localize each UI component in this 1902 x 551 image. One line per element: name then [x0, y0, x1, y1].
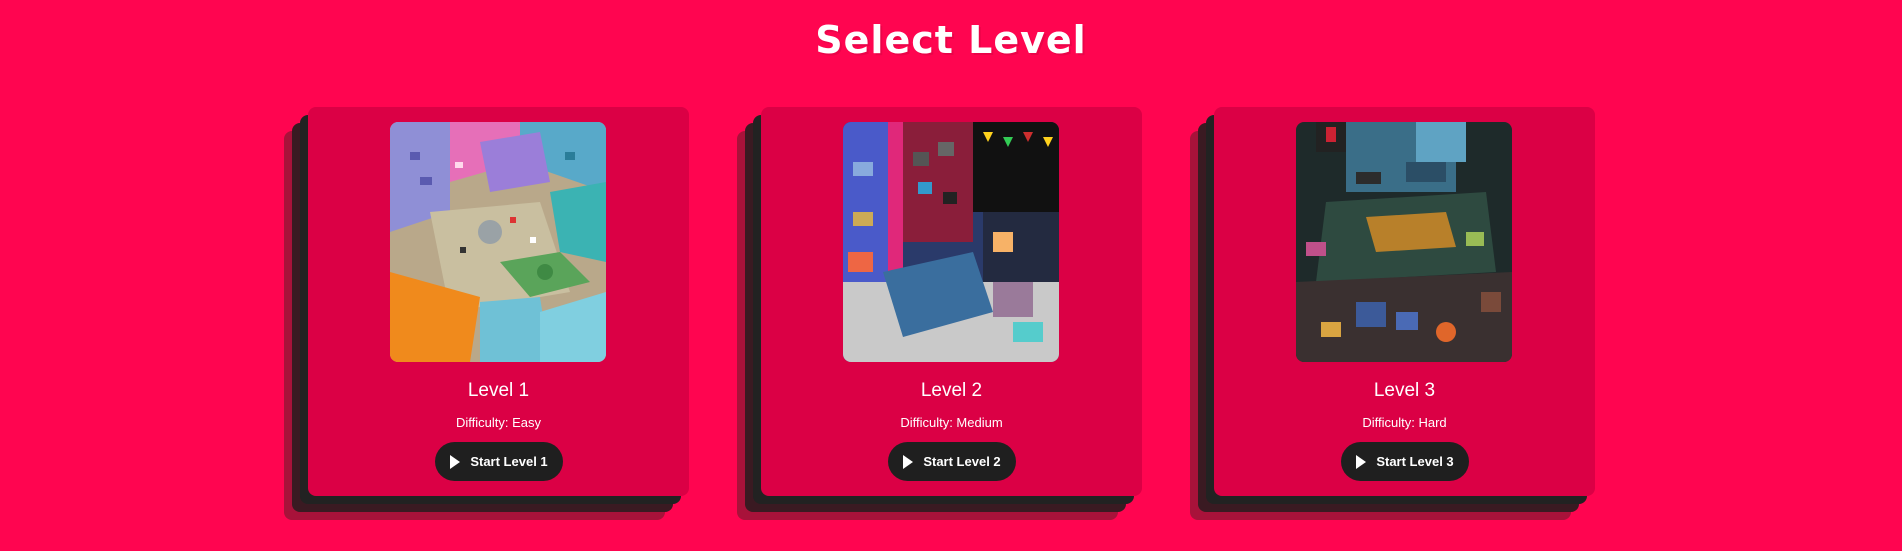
- play-icon: [903, 454, 914, 469]
- level-difficulty: Difficulty: Easy: [455, 415, 541, 430]
- level-title: Level 2: [920, 380, 983, 401]
- start-level-2-button[interactable]: Start Level 2: [888, 442, 1016, 481]
- start-button-label: Start Level 1: [470, 454, 548, 469]
- play-icon: [450, 454, 461, 469]
- level-card-3: Level 3 Difficulty: Hard Start Level 3: [1190, 107, 1595, 520]
- level-difficulty: Difficulty: Hard: [1362, 415, 1447, 430]
- level-card-2: Level 2 Difficulty: Medium Start Level 2: [737, 107, 1142, 520]
- level-card-1: Level 1 Difficulty: Easy Start Level 1: [284, 107, 689, 520]
- level-card-body: Level 1 Difficulty: Easy Start Level 1: [308, 107, 689, 496]
- level-difficulty: Difficulty: Medium: [900, 415, 1003, 430]
- start-button-label: Start Level 3: [1376, 454, 1454, 469]
- level-card-body: Level 2 Difficulty: Medium Start Level 2: [761, 107, 1142, 496]
- play-icon: [1356, 454, 1367, 469]
- start-level-1-button[interactable]: Start Level 1: [435, 442, 563, 481]
- level-1-thumbnail: [390, 122, 606, 362]
- page-title: Select Level: [815, 18, 1087, 62]
- level-3-thumbnail: [1296, 122, 1512, 362]
- start-level-3-button[interactable]: Start Level 3: [1341, 442, 1469, 481]
- level-card-body: Level 3 Difficulty: Hard Start Level 3: [1214, 107, 1595, 496]
- level-title: Level 3: [1373, 380, 1436, 401]
- start-button-label: Start Level 2: [923, 454, 1001, 469]
- level-2-thumbnail: [843, 122, 1059, 362]
- level-title: Level 1: [467, 380, 530, 401]
